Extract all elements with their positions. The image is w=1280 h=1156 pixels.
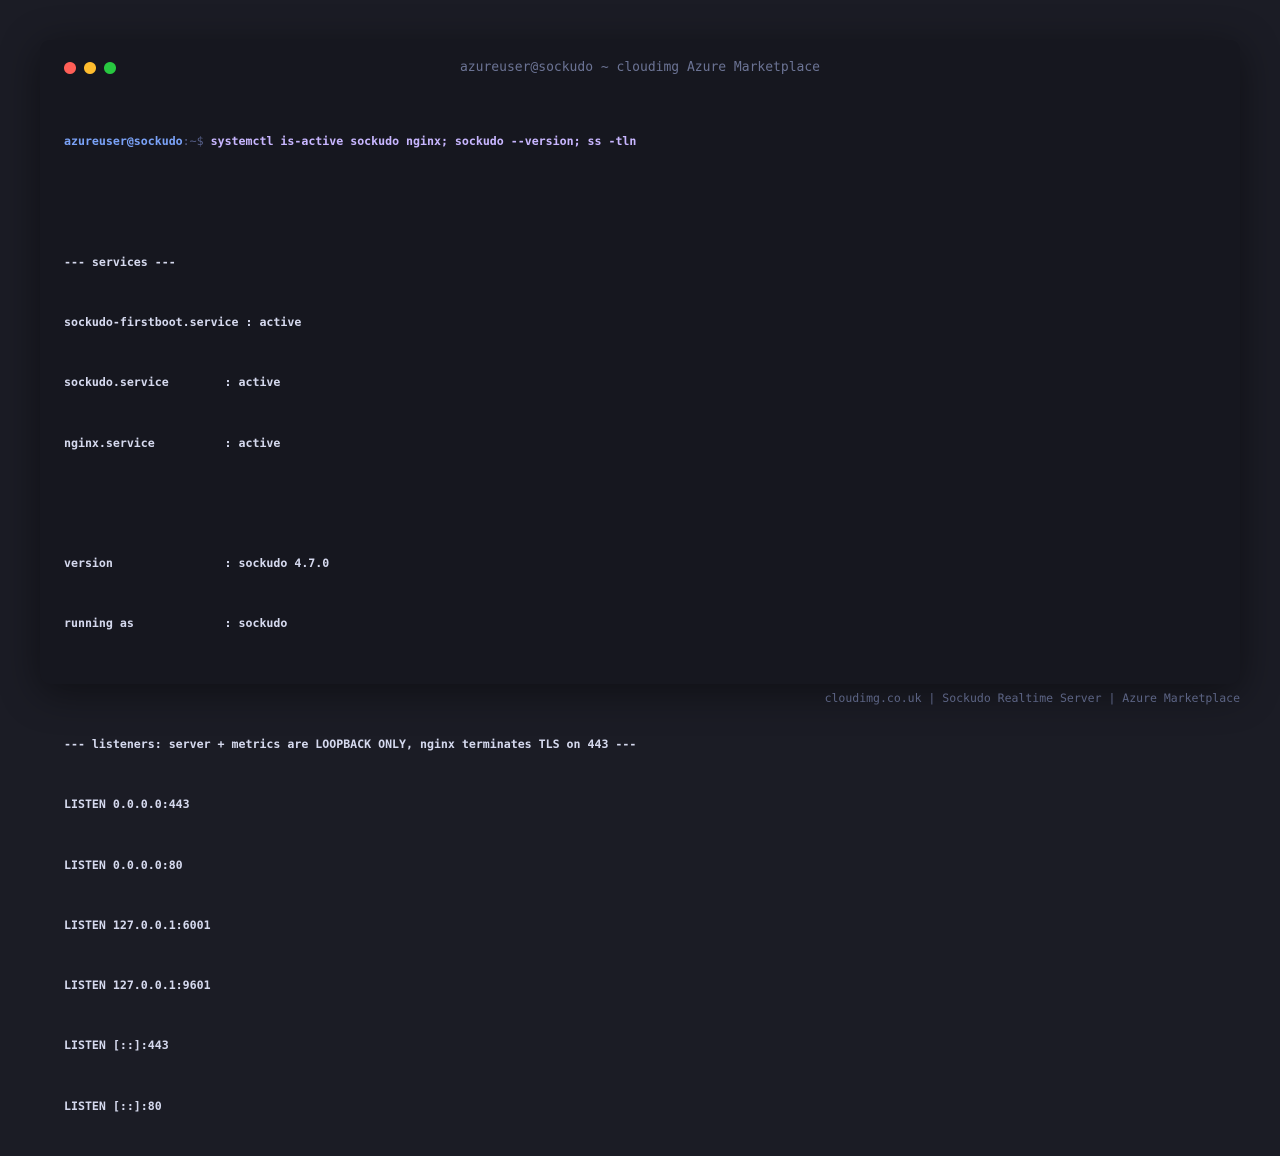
services-header: --- services --- — [64, 254, 176, 269]
listeners-header: --- listeners: server + metrics are LOOP… — [64, 737, 637, 751]
service-line-firstboot: sockudo-firstboot.service : active — [64, 315, 302, 330]
info-line-running-as: running as : sockudo — [64, 616, 288, 631]
prompt-line: azureuser@sockudo:~$ systemctl is-active… — [64, 131, 1216, 151]
terminal-window: azureuser@sockudo ~ cloudimg Azure Marke… — [40, 40, 1240, 1113]
prompt-path-symbol: :~$ — [182, 134, 204, 149]
footer-caption: cloudimg.co.uk | Sockudo Realtime Server… — [824, 691, 1240, 705]
listener-line: LISTEN 127.0.0.1:9601 — [64, 978, 211, 993]
listener-line: LISTEN 127.0.0.1:6001 — [64, 917, 211, 932]
service-line-sockudo: sockudo.service : active — [64, 375, 281, 390]
terminal-output[interactable]: azureuser@sockudo:~$ systemctl is-active… — [64, 91, 1216, 1156]
info-line-version: version : sockudo 4.7.0 — [64, 556, 330, 571]
prompt-user-host: azureuser@sockudo — [64, 134, 183, 149]
listener-line: LISTEN 0.0.0.0:443 — [64, 797, 190, 812]
window-title: azureuser@sockudo ~ cloudimg Azure Marke… — [459, 60, 821, 75]
listener-line: LISTEN 0.0.0.0:80 — [64, 857, 183, 872]
listener-line: LISTEN [::]:80 — [64, 1098, 162, 1113]
prompt-command: systemctl is-active sockudo nginx; socku… — [210, 134, 637, 149]
service-line-nginx: nginx.service : active — [64, 435, 281, 450]
listener-line: LISTEN [::]:443 — [64, 1038, 169, 1053]
